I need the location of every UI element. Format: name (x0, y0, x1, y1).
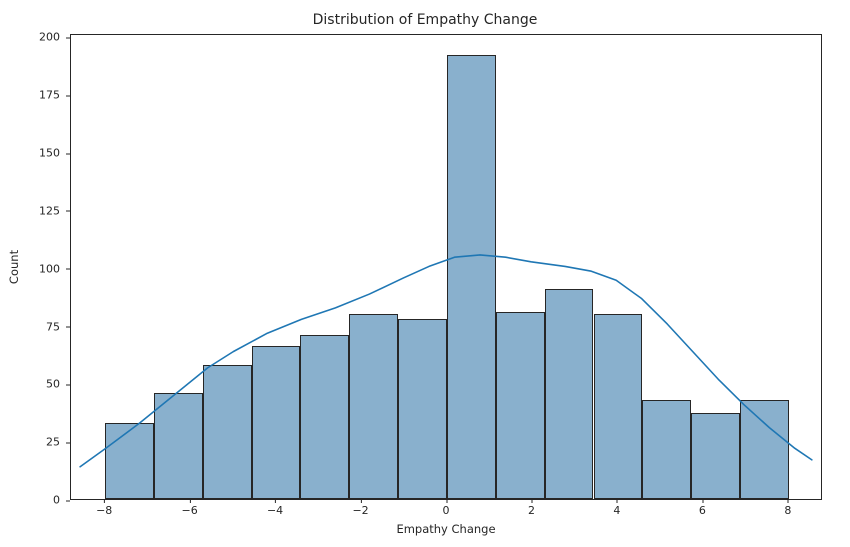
y-tick: 50 (46, 378, 60, 391)
plot-area (70, 34, 822, 500)
x-tick: 6 (699, 504, 706, 517)
x-axis-label: Empathy Change (70, 522, 822, 536)
y-tick-label: 75 (46, 320, 60, 333)
kde-line-layer (71, 35, 821, 499)
y-tick-label: 50 (46, 378, 60, 391)
chart-title: Distribution of Empathy Change (0, 12, 850, 28)
x-tick-label: −6 (182, 504, 198, 517)
y-tick: 25 (46, 436, 60, 449)
y-tick: 175 (39, 89, 60, 102)
y-axis-label: Count (7, 250, 21, 284)
x-tick: −4 (267, 504, 283, 517)
x-tick: 8 (784, 504, 791, 517)
y-tick: 100 (39, 262, 60, 275)
y-tick-label: 175 (39, 89, 60, 102)
x-tick-label: 0 (443, 504, 450, 517)
x-tick: −2 (352, 504, 368, 517)
x-tick-label: −2 (352, 504, 368, 517)
x-tick-label: 8 (784, 504, 791, 517)
y-tick: 125 (39, 204, 60, 217)
x-axis: −8−6−4−202468 Empathy Change (70, 500, 822, 530)
y-tick: 200 (39, 31, 60, 44)
y-tick-label: 200 (39, 31, 60, 44)
x-tick-label: 6 (699, 504, 706, 517)
x-tick: −6 (182, 504, 198, 517)
x-tick: 2 (528, 504, 535, 517)
y-tick-label: 125 (39, 204, 60, 217)
kde-line (80, 255, 812, 467)
y-axis: Count 0255075100125150175200 (0, 34, 70, 500)
y-tick-label: 0 (53, 494, 60, 507)
figure: Distribution of Empathy Change Count 025… (0, 0, 850, 547)
x-tick-label: −4 (267, 504, 283, 517)
y-tick-label: 25 (46, 436, 60, 449)
x-tick-label: 2 (528, 504, 535, 517)
x-tick: 0 (443, 504, 450, 517)
y-tick: 0 (53, 494, 60, 507)
x-tick-label: 4 (613, 504, 620, 517)
y-tick-label: 100 (39, 262, 60, 275)
y-tick-label: 150 (39, 147, 60, 160)
y-tick: 150 (39, 147, 60, 160)
y-tick: 75 (46, 320, 60, 333)
x-tick: 4 (613, 504, 620, 517)
x-tick: −8 (96, 504, 112, 517)
x-tick-label: −8 (96, 504, 112, 517)
